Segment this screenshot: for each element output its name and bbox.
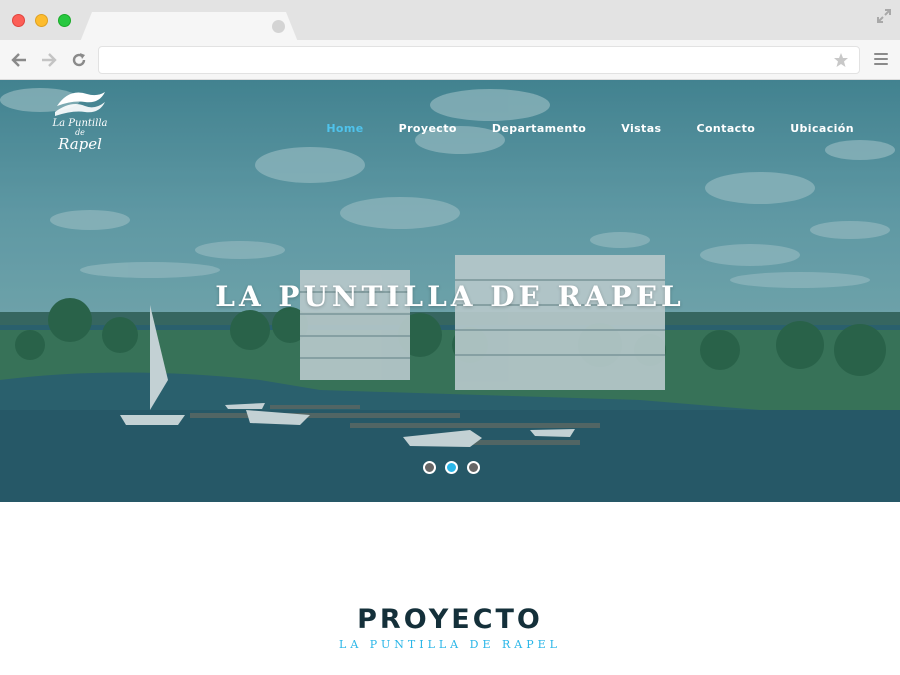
browser-tab[interactable] xyxy=(80,12,298,42)
tab-close-icon[interactable] xyxy=(272,20,285,33)
address-bar[interactable] xyxy=(98,46,860,74)
nav-departamento-link[interactable]: Departamento xyxy=(492,122,586,135)
slider-pagination xyxy=(423,461,480,474)
back-arrow-icon[interactable] xyxy=(10,52,28,68)
hero-slider: La Puntilla de Rapel Home Proyecto Depar… xyxy=(0,80,900,502)
nav-contacto-link[interactable]: Contacto xyxy=(697,122,756,135)
main-navigation: Home Proyecto Departamento Vistas Contac… xyxy=(291,122,854,135)
nav-proyecto-link[interactable]: Proyecto xyxy=(399,122,457,135)
minimize-window-button[interactable] xyxy=(35,14,48,27)
waves-logo-icon xyxy=(55,92,105,116)
slider-dot-2[interactable] xyxy=(445,461,458,474)
forward-arrow-icon[interactable] xyxy=(40,52,58,68)
web-page: La Puntilla de Rapel Home Proyecto Depar… xyxy=(0,80,900,675)
nav-vistas-link[interactable]: Vistas xyxy=(621,122,661,135)
logo-text-line3: Rapel xyxy=(58,135,102,153)
bookmark-star-icon[interactable] xyxy=(833,52,849,68)
reload-icon[interactable] xyxy=(70,52,88,68)
slider-dot-1[interactable] xyxy=(423,461,436,474)
slider-dot-3[interactable] xyxy=(467,461,480,474)
maximize-window-button[interactable] xyxy=(58,14,71,27)
fullscreen-icon[interactable] xyxy=(876,8,892,24)
section-title: PROYECTO xyxy=(357,604,543,635)
hero-title: LA PUNTILLA DE RAPEL xyxy=(215,280,685,313)
section-subtitle: LA PUNTILLA DE RAPEL xyxy=(339,638,561,651)
browser-titlebar xyxy=(0,0,900,42)
site-logo[interactable]: La Puntilla de Rapel xyxy=(48,88,112,162)
nav-home-link[interactable]: Home xyxy=(326,122,363,135)
nav-ubicacion-link[interactable]: Ubicación xyxy=(790,122,854,135)
close-window-button[interactable] xyxy=(12,14,25,27)
browser-menu-icon[interactable] xyxy=(874,53,888,65)
browser-toolbar xyxy=(0,40,900,80)
